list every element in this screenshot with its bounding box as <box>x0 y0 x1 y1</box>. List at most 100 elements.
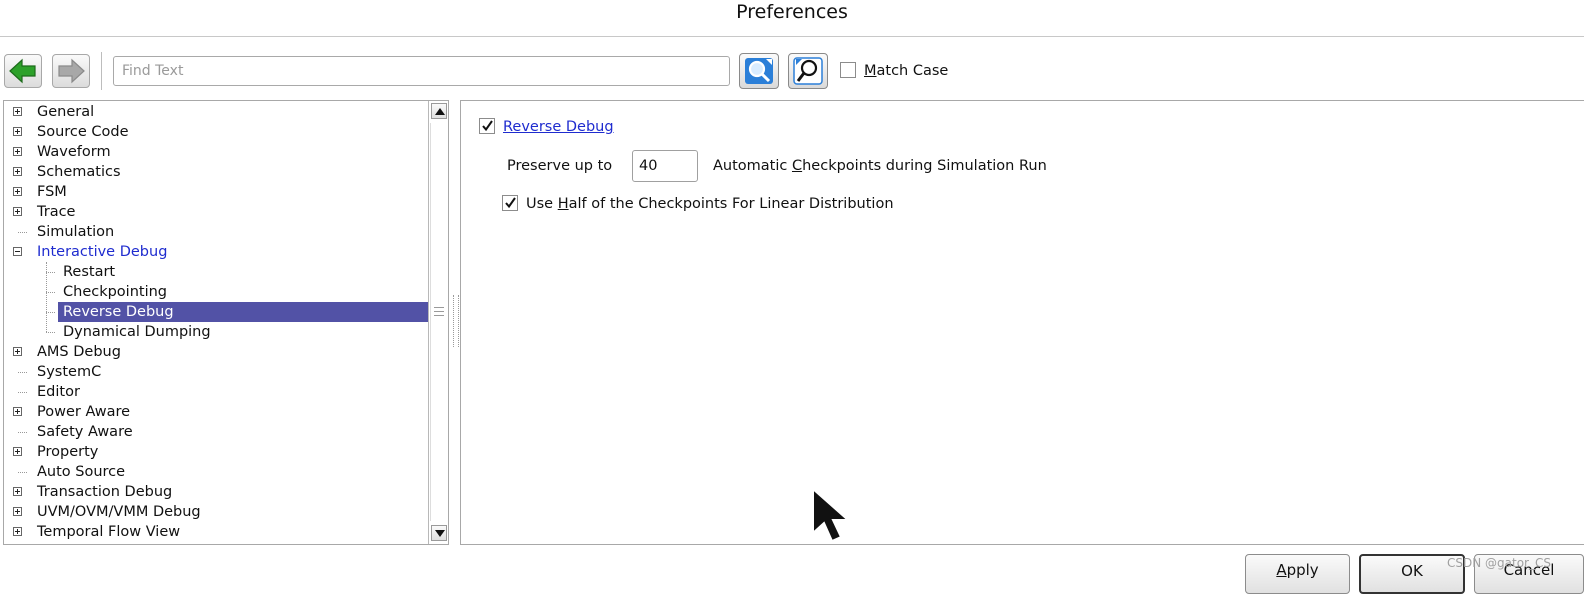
tree-item[interactable]: Temporal Flow View <box>4 522 428 542</box>
tree-item[interactable]: Trace <box>4 202 428 222</box>
tree-item-label: Power Aware <box>37 404 131 420</box>
tree-item[interactable]: Simulation <box>4 222 428 242</box>
tree-item-label: UVM/OVM/VMM Debug <box>37 504 201 520</box>
tree-connector <box>46 272 55 273</box>
expand-icon[interactable] <box>13 107 22 116</box>
preserve-checkpoints-input[interactable] <box>632 150 698 182</box>
tree-item-label: Simulation <box>37 224 115 240</box>
forward-button[interactable] <box>52 54 90 88</box>
tree-item[interactable]: General <box>4 102 428 122</box>
expand-icon[interactable] <box>13 127 22 136</box>
panel-splitter[interactable] <box>453 295 459 347</box>
tree-item-label: Checkpointing <box>63 284 168 300</box>
tree-item[interactable]: Schematics <box>4 162 428 182</box>
expand-icon[interactable] <box>13 187 22 196</box>
tree-item[interactable]: Editor <box>4 382 428 402</box>
tree-item-label: SystemC <box>37 364 102 380</box>
tree-item[interactable]: Checkpointing <box>4 282 428 302</box>
title-bar: Preferences <box>0 0 1584 37</box>
find-previous-icon <box>793 57 823 85</box>
tree-item[interactable]: Dynamical Dumping <box>4 322 428 342</box>
watermark: CSDN @gator_CS <box>1447 556 1551 570</box>
tree-item[interactable]: SystemC <box>4 362 428 382</box>
expand-icon[interactable] <box>13 147 22 156</box>
tree-item[interactable]: Safety Aware <box>4 422 428 442</box>
expand-icon[interactable] <box>13 167 22 176</box>
tree-item[interactable]: FSM <box>4 182 428 202</box>
tree-connector <box>46 292 55 293</box>
reverse-debug-label[interactable]: Reverse Debug <box>503 117 614 137</box>
expand-icon[interactable] <box>13 487 22 496</box>
tree-item[interactable]: Source Code <box>4 122 428 142</box>
tree-item-label: General <box>37 104 95 120</box>
expand-icon[interactable] <box>13 207 22 216</box>
use-half-checkpoints-checkbox[interactable] <box>502 195 518 211</box>
match-case-label[interactable]: Match Case <box>864 61 948 81</box>
reverse-debug-checkbox[interactable] <box>479 118 495 134</box>
expand-icon[interactable] <box>13 507 22 516</box>
tree-item[interactable]: AMS Debug <box>4 342 428 362</box>
tree-item[interactable]: UVM/OVM/VMM Debug <box>4 502 428 522</box>
scroll-thumb[interactable] <box>430 123 448 521</box>
scroll-down-button[interactable] <box>431 525 447 541</box>
use-half-checkpoints-label[interactable]: Use Half of the Checkpoints For Linear D… <box>526 194 894 214</box>
tree-item[interactable]: Reverse Debug <box>4 302 428 322</box>
tree-item[interactable]: Power Aware <box>4 402 428 422</box>
tree-connector <box>18 372 27 373</box>
expand-icon[interactable] <box>13 407 22 416</box>
tree-scrollbar[interactable] <box>428 101 448 544</box>
back-button[interactable] <box>4 54 42 88</box>
expand-icon[interactable] <box>13 527 22 536</box>
tree-item[interactable]: Transaction Debug <box>4 482 428 502</box>
tree-connector <box>18 392 27 393</box>
tree-item-label: Waveform <box>37 144 111 160</box>
tree-item-label: Source Code <box>37 124 129 140</box>
preferences-tree[interactable]: General Source Code Waveform Schematics FSM T… <box>3 100 449 545</box>
scroll-up-button[interactable] <box>431 103 447 119</box>
scroll-down-icon <box>435 530 445 537</box>
tree-item-label: AMS Debug <box>37 344 121 360</box>
tree-item-label: Reverse Debug <box>58 302 428 322</box>
find-text-input[interactable] <box>113 56 730 86</box>
tree-connector <box>18 432 27 433</box>
find-next-icon <box>745 58 773 84</box>
tree-connector <box>18 472 27 473</box>
tree-item-label: Restart <box>63 264 116 280</box>
match-case-checkbox[interactable] <box>840 62 856 78</box>
tree-item-label: Editor <box>37 384 80 400</box>
tree-item[interactable]: Waveform <box>4 142 428 162</box>
apply-button[interactable]: Apply <box>1245 554 1350 594</box>
tree-connector <box>46 332 55 333</box>
tree-connector <box>18 232 27 233</box>
tree-item-label: Property <box>37 444 99 460</box>
find-next-button[interactable] <box>739 53 779 89</box>
tree-connector <box>46 312 55 313</box>
tree-item-label: Temporal Flow View <box>37 524 181 540</box>
checkmark-icon <box>482 120 493 132</box>
forward-arrow-icon <box>58 58 85 84</box>
tree-item-label: FSM <box>37 184 67 200</box>
window-title: Preferences <box>736 1 848 23</box>
tree-item[interactable]: Auto Source <box>4 462 428 482</box>
tree-item-label: Interactive Debug <box>37 244 168 260</box>
scroll-grip-icon <box>434 307 444 319</box>
tree-item[interactable]: Restart <box>4 262 428 282</box>
collapse-icon[interactable] <box>13 247 22 256</box>
back-arrow-icon <box>9 58 36 84</box>
find-previous-button[interactable] <box>788 53 828 89</box>
preserve-label: Preserve up to <box>507 158 613 174</box>
tree-item[interactable]: Interactive Debug <box>4 242 428 262</box>
checkmark-icon <box>505 197 516 209</box>
toolbar-separator <box>101 52 105 90</box>
expand-icon[interactable] <box>13 447 22 456</box>
tree-item-label: Transaction Debug <box>37 484 173 500</box>
tree-item-label: Trace <box>37 204 76 220</box>
tree-item[interactable]: Property <box>4 442 428 462</box>
tree-item-label: Dynamical Dumping <box>63 324 211 340</box>
mouse-cursor-icon <box>812 487 851 543</box>
expand-icon[interactable] <box>13 347 22 356</box>
scroll-up-icon <box>435 108 445 115</box>
tree-item-label: Safety Aware <box>37 424 133 440</box>
tree-item-label: Auto Source <box>37 464 126 480</box>
checkpoints-label: Automatic Checkpoints during Simulation … <box>713 158 1047 174</box>
